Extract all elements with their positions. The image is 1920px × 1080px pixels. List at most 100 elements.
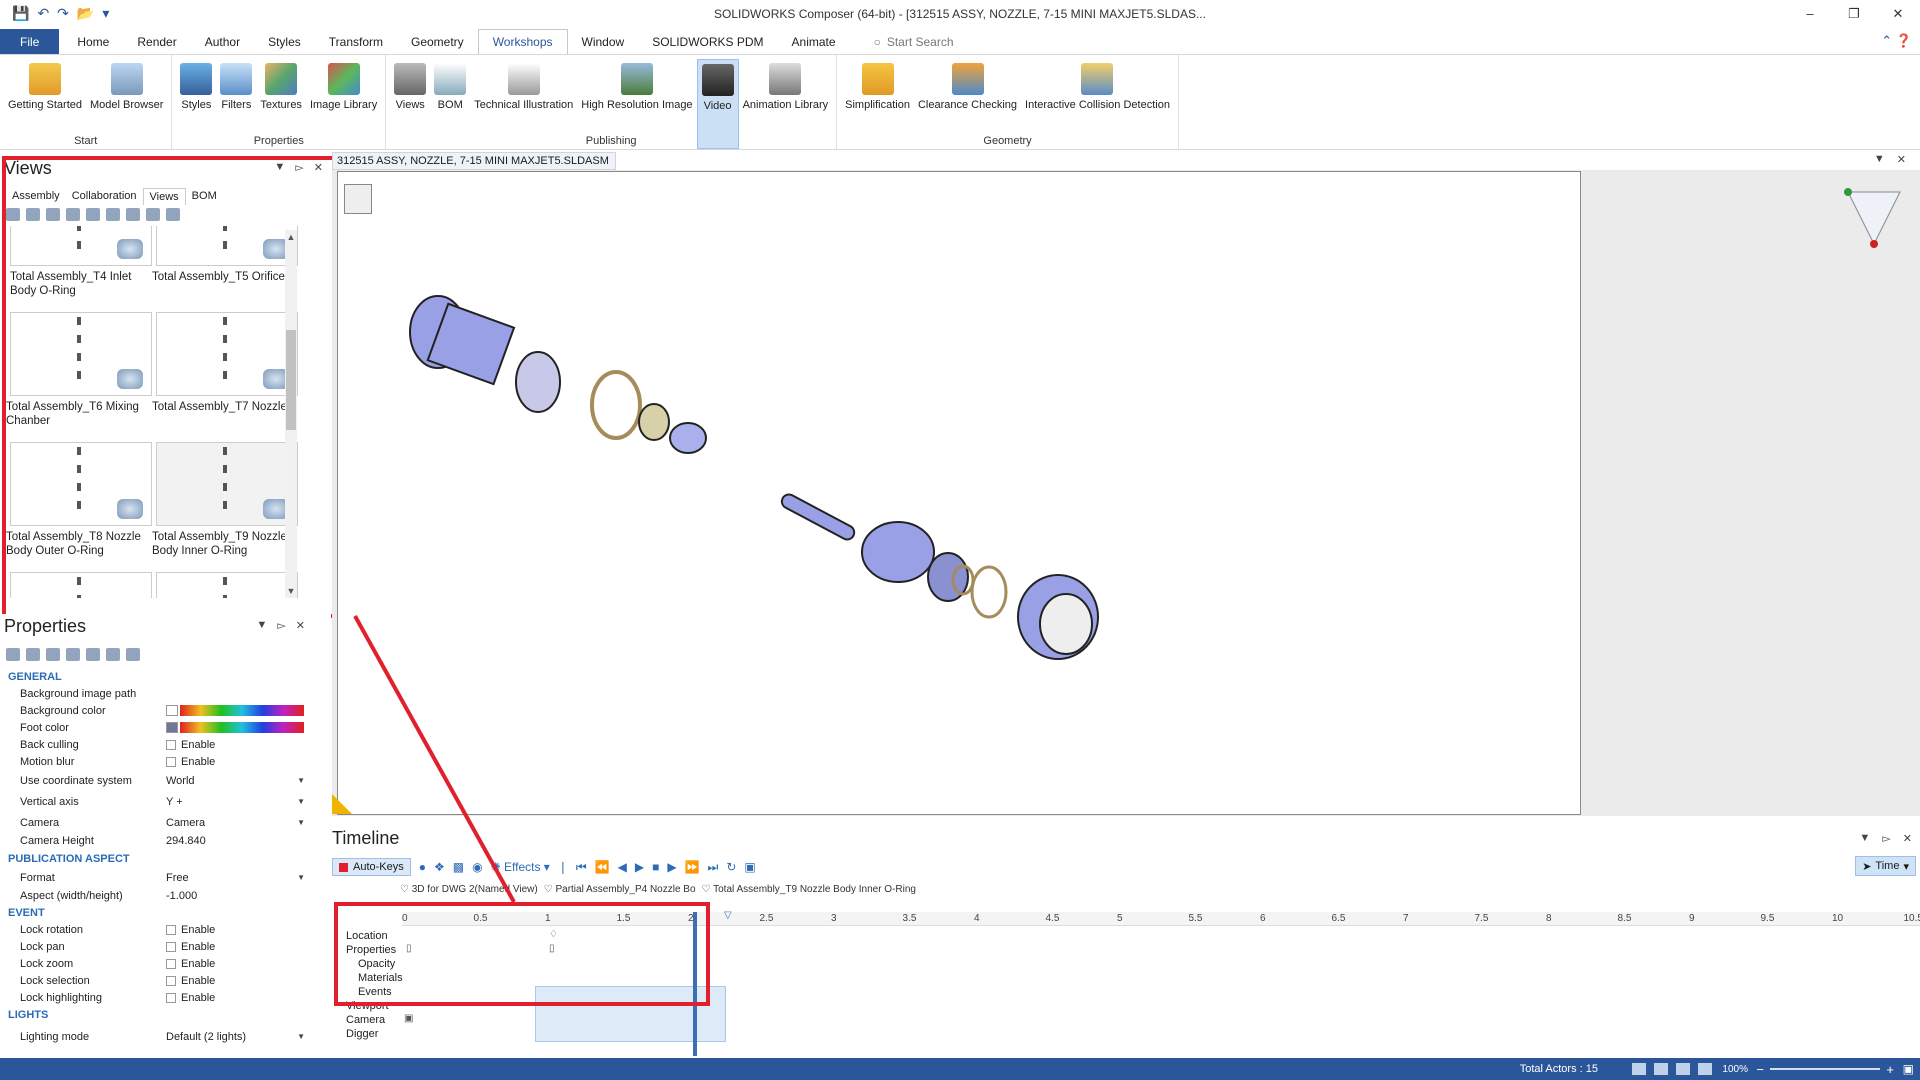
mixing-chamber[interactable] [669,422,707,454]
previous-key-icon[interactable]: ⏪ [595,860,610,874]
color-swatch[interactable] [166,705,178,716]
close-icon[interactable]: ✕ [1903,832,1912,845]
set-key-icon[interactable]: ● [419,860,426,874]
prop-row[interactable]: Camera Height 294.840 [0,832,305,849]
prop-row[interactable]: Background image path [0,685,305,702]
prop-row[interactable]: Use coordinate system World ▼ [0,772,305,789]
skip-start-icon[interactable]: ⏮ [576,860,587,875]
minimize-button[interactable]: – [1788,0,1832,27]
video-recorder-icon[interactable] [344,184,372,214]
prop-row[interactable]: Lock highlighting Enable [0,989,305,1006]
checkbox[interactable] [166,992,176,1003]
track-digger[interactable]: Digger [346,1028,378,1040]
keyframe-icon[interactable]: ▣ [404,1013,413,1024]
prop-row[interactable]: Format Free ▼ [0,869,305,886]
prop-row[interactable]: Background color [0,702,305,719]
section-publication-aspect[interactable]: PUBLICATION ASPECT [0,850,305,867]
prop-row[interactable]: Lighting mode Default (2 lights) ▼ [0,1028,305,1045]
link-icon[interactable]: ❘ [558,860,568,874]
document-tab[interactable]: 312515 ASSY, NOZZLE, 7-15 MINI MAXJET5.S… [332,152,616,170]
tab-geometry[interactable]: Geometry [397,29,478,54]
tab-author[interactable]: Author [191,29,254,54]
stop-icon[interactable]: ■ [652,860,659,874]
tab-workshops[interactable]: Workshops [477,29,568,54]
prop-row[interactable]: Lock zoom Enable [0,955,305,972]
dropdown-icon[interactable]: ▼ [256,619,267,632]
prop-row[interactable]: Lock selection Enable [0,972,305,989]
bookmark[interactable]: ♡ Total Assembly_T9 Nozzle Body Inner O-… [702,884,916,895]
outer-o-ring[interactable] [970,565,1008,619]
sync-icon[interactable] [66,648,80,661]
categorized-icon[interactable] [6,648,20,661]
pencil-icon[interactable] [1654,1063,1668,1075]
fit-view-icon[interactable]: ▣ [1903,1062,1914,1076]
prop-row[interactable]: Aspect (width/height) -1.000 [0,887,305,904]
prop-row[interactable]: Motion blur Enable [0,753,305,770]
section-event[interactable]: EVENT [0,904,305,921]
chevron-down-icon[interactable]: ▼ [297,776,305,785]
tab-render[interactable]: Render [123,29,190,54]
color-picker[interactable] [180,705,304,716]
marker-icon[interactable]: ▩ [453,860,464,874]
step-forward-icon[interactable]: ▶ [667,860,676,874]
prop-row[interactable]: Camera Camera ▼ [0,814,305,831]
add-property-icon[interactable] [126,648,140,661]
color-picker[interactable] [180,722,304,733]
orientation-triad[interactable] [1838,184,1910,256]
checkbox[interactable] [166,975,176,986]
chevron-down-icon[interactable]: ▼ [297,797,305,806]
pin-icon[interactable]: ▻ [1882,832,1890,845]
section-lights[interactable]: LIGHTS [0,1006,305,1023]
refresh-icon[interactable] [46,648,60,661]
nozzle-body[interactable] [861,521,935,583]
orifice[interactable] [638,403,670,441]
zoom-in-icon[interactable]: + [1886,1062,1894,1077]
ruler-icon[interactable] [1632,1063,1646,1075]
pin-icon[interactable]: ▻ [277,619,285,632]
next-key-icon[interactable]: ⏩ [685,860,700,874]
auto-keys-button[interactable]: Auto-Keys [332,858,411,876]
zoom-out-icon[interactable]: − [1756,1062,1764,1077]
prop-row[interactable]: Vertical axis Y + ▼ [0,793,305,810]
tab-styles[interactable]: Styles [254,29,315,54]
effects-button[interactable]: ✺ Effects ▾ [491,860,550,874]
time-mode-select[interactable]: ➤ Time ▾ [1855,856,1916,876]
bookmark[interactable]: ♡ Partial Assembly_P4 Nozzle Bo [544,884,696,895]
dropdown-icon[interactable]: ▼ [1859,832,1870,845]
paint-icon[interactable]: ◉ [472,860,482,874]
checkbox[interactable] [166,756,176,767]
checkbox[interactable] [166,941,176,952]
key-tools-icon[interactable]: ❖ [434,860,445,874]
close-icon[interactable]: ✕ [1897,153,1906,166]
sort-icon[interactable] [26,648,40,661]
help-icon[interactable]: ⌃ ❓ [1881,33,1912,49]
prop-row[interactable]: Back culling Enable [0,736,305,753]
render-video-icon[interactable]: ▣ [744,860,755,874]
checkbox[interactable] [166,924,176,935]
checkbox[interactable] [166,739,176,750]
prop-row[interactable]: Lock pan Enable [0,938,305,955]
nozzle-nut-opening[interactable] [1039,593,1093,655]
loop-icon[interactable]: ↻ [726,860,736,874]
chevron-down-icon[interactable]: ▼ [297,818,305,827]
restore-button[interactable]: ❐ [1832,0,1876,27]
tab-animate[interactable]: Animate [778,29,850,54]
color-swatch[interactable] [166,722,178,733]
prop-row[interactable]: Foot color [0,719,305,736]
close-window-button[interactable]: ✕ [1876,0,1920,27]
grid-icon[interactable] [1676,1063,1690,1075]
close-icon[interactable]: ✕ [296,619,305,632]
prop-row[interactable]: Lock rotation Enable [0,921,305,938]
skip-end-icon[interactable]: ⏭ [708,860,719,875]
tab-window[interactable]: Window [568,29,639,54]
playhead-marker-icon[interactable]: ▽ [724,910,732,921]
step-back-icon[interactable]: ◀ [618,860,627,874]
zoom-slider[interactable] [1770,1068,1880,1070]
bookmark[interactable]: ♡ 3D for DWG 2(Named View) [400,884,538,895]
dropdown-icon[interactable]: ▼ [1874,153,1885,166]
tab-home[interactable]: Home [63,29,123,54]
track-camera[interactable]: Camera [346,1014,385,1026]
play-icon[interactable]: ▶ [635,860,644,874]
reset-icon[interactable] [86,648,100,661]
tab-file[interactable]: File [0,29,60,54]
